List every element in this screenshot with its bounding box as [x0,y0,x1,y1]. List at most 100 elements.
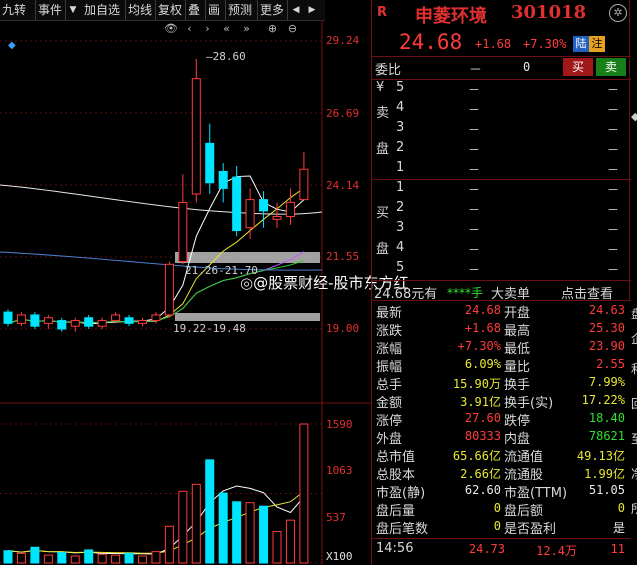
candle-body [232,176,242,232]
candle-body [178,201,188,262]
volume-bar [191,483,201,564]
side-scroll-icon[interactable]: ◆ [631,110,637,123]
toolbar-draw[interactable]: 画 [206,0,226,20]
nav-right-icon[interactable]: ▶ [305,0,319,20]
quote-value: 0 [493,501,501,515]
yen-icon: ¥ [376,80,385,95]
quote-value: 3.91亿 [460,395,501,409]
toolbar-add-watchlist[interactable]: 加自选 [82,0,126,20]
divider [371,300,631,301]
toolbar-jiuzhuan[interactable]: 九转 [0,0,36,20]
volume-bar [178,490,188,564]
buy-price-empty: － [468,183,481,197]
buy-level-num: 1 [396,180,405,195]
quote-value: 17.22% [581,393,625,407]
quote-label: 振幅 [376,360,403,375]
quote-label: 是否盈利 [504,522,557,537]
quote-label: 涨幅 [376,342,403,357]
sell-vol-empty: － [607,163,620,177]
side-tab[interactable]: 净 [631,465,637,482]
side-tab[interactable]: 盘 [631,305,637,322]
quote-label: 最新 [376,306,403,321]
hk-connect-badge: 陆 [573,36,589,52]
quote-label: 总手 [376,378,403,393]
stock-name: 申菱环境 [415,6,487,27]
buy-price-empty: － [468,203,481,217]
quote-panel: R 申菱环境 301018 ✲ 24.68 +1.68 +7.30% 陆 注 委… [371,0,637,565]
sell-level-num: 3 [396,120,405,135]
sell-level-num: 1 [396,160,405,175]
order-ratio-label: 委比 [375,63,402,78]
ma5-line [7,175,305,325]
toolbar-events[interactable]: 事件 [36,0,66,20]
quote-label: 量比 [504,360,531,375]
quote-value: 62.60 [464,483,501,497]
quote-value: 24.63 [588,303,625,317]
quote-label: 市盈(静) [376,486,426,501]
nav-left-icon[interactable]: ◀ [289,0,303,20]
candle-body [70,320,80,327]
events-dropdown-icon[interactable]: ▼ [66,0,80,20]
ma-lines [0,175,323,325]
candle-body [245,199,255,229]
divider [371,538,631,539]
sell-side-label: 卖 [376,106,390,121]
volume-bar [3,550,13,564]
buy-side-label: 买 [376,206,390,221]
quote-value: 0 [493,519,501,533]
buy-level-num: 4 [396,240,405,255]
candle-body [164,263,174,316]
side-tab[interactable]: 利 [631,360,637,377]
buy-vol-empty: － [607,223,620,237]
candle-body [272,216,282,220]
order-ratio-value: 0 [523,60,531,74]
quote-value: 1.99亿 [584,467,625,481]
volume-bar [272,531,282,564]
toolbar-overlay[interactable]: 叠 [186,0,206,20]
quote-label: 换手(实) [504,396,554,411]
candle-body [57,320,67,330]
toolbar-ma[interactable]: 均线 [126,0,156,20]
volume-bar [111,554,121,564]
panel-divider [371,0,372,565]
settings-icon[interactable]: ✲ [609,4,627,22]
toolbar-adjust[interactable]: 复权 [156,0,186,20]
quote-label: 总市值 [376,450,416,465]
quote-value: 6.09% [464,357,501,371]
volume-unit-label: X100 [326,550,353,563]
quote-value: 49.13亿 [576,449,625,463]
volume-bar [299,423,309,564]
side-tab[interactable]: 回 [631,395,637,412]
sell-vol-empty: － [607,83,620,97]
range-label-lower: 19.22-19.48 [173,322,246,335]
candle-body [285,201,295,217]
volume-bar [30,546,40,564]
quote-label: 外盘 [376,432,403,447]
order-ratio-dash: － [469,63,483,78]
toolbar-forecast[interactable]: 预测 [226,0,258,20]
quote-value: 23.90 [588,339,625,353]
side-tab[interactable]: 至 [631,430,637,447]
quote-label: 流通值 [504,450,544,465]
buy-vol-empty: － [607,183,620,197]
stock-code: 301018 [511,2,587,23]
registration-badge: 注 [589,36,605,52]
quote-value: 80333 [464,429,501,443]
buy-price-empty: － [468,263,481,277]
candle-body [151,314,161,322]
volume-bar [124,552,134,564]
high-price-marker: —28.60 [206,50,246,63]
price-change: +1.68 [475,37,512,51]
volume-bar [164,525,174,564]
sell-price-empty: － [468,103,481,117]
toolbar-more[interactable]: 更多 [258,0,288,20]
buy-vol-empty: － [607,263,620,277]
sell-button[interactable]: 卖 [596,58,626,76]
divider [371,56,631,57]
side-tab[interactable]: 企 [631,330,637,347]
volume-bar [84,549,94,564]
divider [371,179,631,180]
buy-button[interactable]: 买 [563,58,593,76]
candle-body [124,317,134,324]
side-tab[interactable]: 所 [631,500,637,517]
